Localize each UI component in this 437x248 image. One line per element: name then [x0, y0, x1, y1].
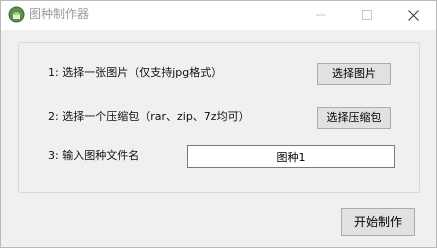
minimize-button[interactable]: [298, 1, 344, 30]
maximize-icon: [362, 10, 372, 20]
close-icon: [408, 10, 419, 21]
step3-label: 3: 输入图种文件名: [48, 149, 140, 162]
app-icon: [8, 6, 25, 23]
step1-label: 1: 选择一张图片（仅支持jpg格式）: [48, 66, 223, 79]
step2-label: 2: 选择一个压缩包（rar、zip、7z均可）: [48, 110, 250, 123]
minimize-icon: [316, 14, 326, 16]
maximize-button[interactable]: [344, 1, 390, 30]
select-image-button[interactable]: 选择图片: [317, 63, 391, 85]
window-title: 图种制作器: [29, 7, 90, 21]
start-make-button[interactable]: 开始制作: [341, 208, 415, 236]
title-bar[interactable]: 图种制作器: [1, 1, 436, 30]
filename-input[interactable]: [187, 145, 395, 168]
close-button[interactable]: [390, 1, 436, 30]
select-archive-button[interactable]: 选择压缩包: [317, 107, 391, 129]
app-window: 图种制作器 1: 选择一张图片（仅支持jpg格式） 选择图片 2: 选择一个压缩…: [0, 0, 437, 248]
